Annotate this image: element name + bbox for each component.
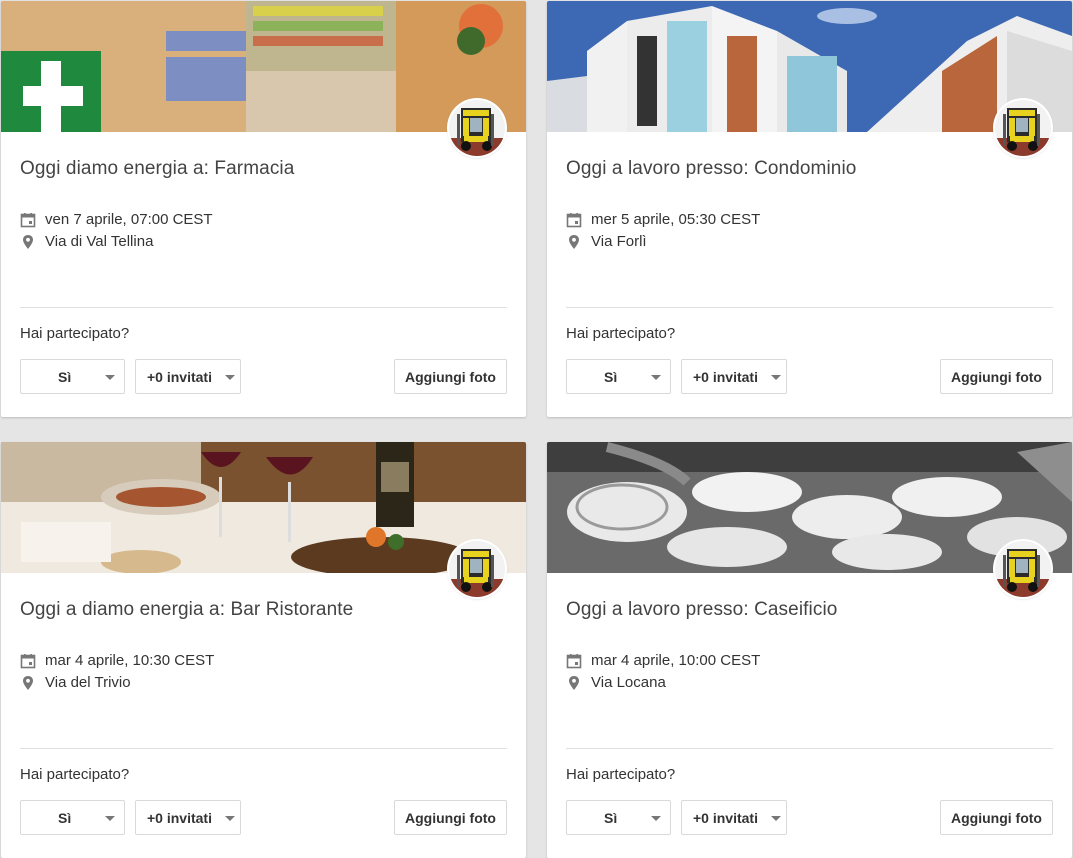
guests-dropdown[interactable]: +0 invitati (135, 359, 241, 394)
add-photo-button[interactable]: Aggiungi foto (394, 359, 507, 394)
guests-value: +0 invitati (693, 810, 758, 826)
rsvp-value: Sì (604, 810, 618, 826)
event-date-text: mer 5 aprile, 05:30 CEST (591, 211, 761, 228)
calendar-icon (20, 212, 36, 228)
rsvp-dropdown[interactable]: Sì (566, 800, 671, 835)
add-photo-label: Aggiungi foto (951, 810, 1042, 826)
event-cover-image (547, 1, 1072, 132)
event-title[interactable]: Oggi a lavoro presso: Condominio (566, 158, 856, 180)
rsvp-dropdown[interactable]: Sì (566, 359, 671, 394)
attendance-question: Hai partecipato? (20, 325, 130, 342)
dropdown-caret-icon (105, 816, 115, 821)
event-location-text[interactable]: Via Forlì (591, 233, 647, 250)
location-pin-icon (20, 675, 36, 691)
attendance-question: Hai partecipato? (566, 325, 676, 342)
event-cover-image (1, 442, 526, 573)
add-photo-button[interactable]: Aggiungi foto (940, 800, 1053, 835)
guests-dropdown[interactable]: +0 invitati (681, 359, 787, 394)
event-location-text[interactable]: Via di Val Tellina (45, 233, 153, 250)
rsvp-value: Sì (58, 369, 72, 385)
event-location-text[interactable]: Via Locana (591, 674, 666, 691)
add-photo-button[interactable]: Aggiungi foto (394, 800, 507, 835)
dropdown-caret-icon (651, 375, 661, 380)
dropdown-caret-icon (771, 816, 781, 821)
rsvp-dropdown[interactable]: Sì (20, 800, 125, 835)
location-pin-icon (566, 675, 582, 691)
event-card[interactable]: Oggi a diamo energia a: Bar Ristorante m… (1, 442, 526, 858)
calendar-icon (566, 653, 582, 669)
location-pin-icon (20, 234, 36, 250)
rsvp-value: Sì (604, 369, 618, 385)
event-date-text: ven 7 aprile, 07:00 CEST (45, 211, 213, 228)
divider (566, 307, 1053, 308)
attendance-question: Hai partecipato? (566, 766, 676, 783)
event-date-text: mar 4 aprile, 10:00 CEST (591, 652, 761, 669)
event-card[interactable]: Oggi a lavoro presso: Condominio mer 5 a… (547, 1, 1072, 417)
add-photo-label: Aggiungi foto (405, 810, 496, 826)
forklift-avatar[interactable] (449, 100, 505, 156)
location-pin-icon (566, 234, 582, 250)
event-date-text: mar 4 aprile, 10:30 CEST (45, 652, 215, 669)
dropdown-caret-icon (105, 375, 115, 380)
rsvp-dropdown[interactable]: Sì (20, 359, 125, 394)
event-title[interactable]: Oggi diamo energia a: Farmacia (20, 158, 294, 180)
event-cover-image (1, 1, 526, 132)
add-photo-button[interactable]: Aggiungi foto (940, 359, 1053, 394)
forklift-avatar[interactable] (449, 541, 505, 597)
calendar-icon (566, 212, 582, 228)
event-title[interactable]: Oggi a lavoro presso: Caseificio (566, 599, 837, 621)
forklift-avatar[interactable] (995, 100, 1051, 156)
dropdown-caret-icon (771, 375, 781, 380)
rsvp-value: Sì (58, 810, 72, 826)
guests-dropdown[interactable]: +0 invitati (135, 800, 241, 835)
add-photo-label: Aggiungi foto (951, 369, 1042, 385)
event-title[interactable]: Oggi a diamo energia a: Bar Ristorante (20, 599, 353, 621)
guests-dropdown[interactable]: +0 invitati (681, 800, 787, 835)
divider (566, 748, 1053, 749)
dropdown-caret-icon (651, 816, 661, 821)
guests-value: +0 invitati (147, 810, 212, 826)
divider (20, 307, 507, 308)
dropdown-caret-icon (225, 816, 235, 821)
event-cover-image (547, 442, 1072, 573)
event-card[interactable]: Oggi diamo energia a: Farmacia ven 7 apr… (1, 1, 526, 417)
dropdown-caret-icon (225, 375, 235, 380)
guests-value: +0 invitati (693, 369, 758, 385)
divider (20, 748, 507, 749)
add-photo-label: Aggiungi foto (405, 369, 496, 385)
event-card[interactable]: Oggi a lavoro presso: Caseificio mar 4 a… (547, 442, 1072, 858)
forklift-avatar[interactable] (995, 541, 1051, 597)
guests-value: +0 invitati (147, 369, 212, 385)
event-location-text[interactable]: Via del Trivio (45, 674, 131, 691)
attendance-question: Hai partecipato? (20, 766, 130, 783)
calendar-icon (20, 653, 36, 669)
